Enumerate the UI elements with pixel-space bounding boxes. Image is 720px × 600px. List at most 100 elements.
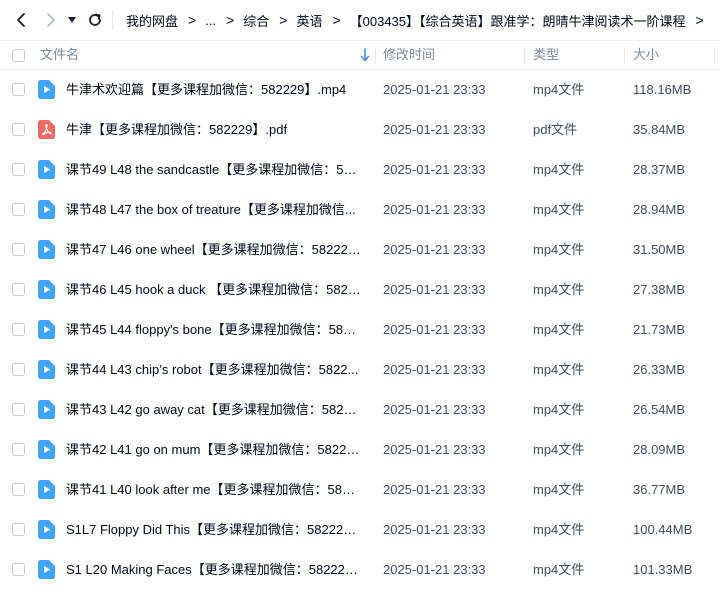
file-type: mp4文件 <box>533 362 585 377</box>
row-checkbox[interactable] <box>12 123 25 136</box>
file-modified-time: 2025-01-21 23:33 <box>383 402 486 417</box>
file-name[interactable]: 课节45 L44 floppy's bone【更多课程加微信：5822... <box>66 310 362 350</box>
breadcrumb-item-current-folder[interactable]: 【003435】【综合英语】跟准学：朗晴牛津阅读术一阶课程 <box>350 11 686 30</box>
refresh-button[interactable] <box>83 8 107 32</box>
row-checkbox[interactable] <box>12 83 25 96</box>
file-name[interactable]: S1 L20 Making Faces【更多课程加微信：582229】.... <box>66 550 362 590</box>
file-name[interactable]: S1L7 Floppy Did This【更多课程加微信：582229】.... <box>66 510 362 550</box>
video-file-icon <box>38 200 55 219</box>
file-name[interactable]: 课节46 L45 hook a duck 【更多课程加微信：5822... <box>66 270 362 310</box>
column-divider[interactable] <box>624 47 625 64</box>
file-row[interactable]: 课节46 L45 hook a duck 【更多课程加微信：5822... 202… <box>0 270 720 310</box>
file-row[interactable]: 课节45 L44 floppy's bone【更多课程加微信：5822... 20… <box>0 310 720 350</box>
column-divider[interactable] <box>524 47 525 64</box>
file-type: mp4文件 <box>533 202 585 217</box>
file-name[interactable]: 课节43 L42 go away cat【更多课程加微信：58222... <box>66 390 362 430</box>
file-name[interactable]: 牛津术欢迎篇【更多课程加微信：582229】.mp4 <box>66 70 362 110</box>
row-checkbox[interactable] <box>12 483 25 496</box>
file-row[interactable]: S1L7 Floppy Did This【更多课程加微信：582229】....… <box>0 510 720 550</box>
file-type: mp4文件 <box>533 82 585 97</box>
file-row[interactable]: 牛津术欢迎篇【更多课程加微信：582229】.mp4 2025-01-21 23:… <box>0 70 720 110</box>
file-row[interactable]: 课节47 L46 one wheel【更多课程加微信：582229... 2025… <box>0 230 720 270</box>
video-file-icon <box>38 160 55 179</box>
file-row[interactable]: 课节49 L48 the sandcastle【更多课程加微信：582... 20… <box>0 150 720 190</box>
file-name[interactable]: 课节41 L40 look after me【更多课程加微信：5822... <box>66 470 362 510</box>
column-header-modified[interactable]: 修改时间 <box>383 41 435 69</box>
file-modified-time: 2025-01-21 23:33 <box>383 82 486 97</box>
row-checkbox[interactable] <box>12 203 25 216</box>
row-checkbox[interactable] <box>12 323 25 336</box>
nav-divider <box>112 10 113 30</box>
file-name[interactable]: 课节47 L46 one wheel【更多课程加微信：582229... <box>66 230 362 270</box>
file-size: 36.77MB <box>633 482 686 497</box>
row-checkbox[interactable] <box>12 523 25 536</box>
column-header-name[interactable]: 文件名 <box>40 41 79 69</box>
file-name[interactable]: 课节49 L48 the sandcastle【更多课程加微信：582... <box>66 150 362 190</box>
row-checkbox[interactable] <box>12 563 25 576</box>
row-checkbox[interactable] <box>12 163 25 176</box>
row-checkbox[interactable] <box>12 243 25 256</box>
file-name[interactable]: 课节48 L47 the box of treature【更多课程加微信... <box>66 190 362 230</box>
file-row[interactable]: 课节44 L43 chip’s robot【更多课程加微信：5822... 202… <box>0 350 720 390</box>
file-size: 28.09MB <box>633 442 686 457</box>
row-checkbox[interactable] <box>12 363 25 376</box>
file-row[interactable]: 课节48 L47 the box of treature【更多课程加微信... 2… <box>0 190 720 230</box>
video-file-icon <box>38 440 55 459</box>
file-type: mp4文件 <box>533 242 585 257</box>
file-name[interactable]: 课节42 L41 go on mum【更多课程加微信：58222... <box>66 430 362 470</box>
breadcrumb-item-ellipsis[interactable]: ... <box>205 13 216 28</box>
column-header-size[interactable]: 大小 <box>633 41 659 69</box>
navigation-bar: 我的网盘 > ... > 综合 > 英语 > 【003435】【综合英语】跟准学… <box>0 0 720 40</box>
file-row[interactable]: 课节41 L40 look after me【更多课程加微信：5822... 20… <box>0 470 720 510</box>
column-divider[interactable] <box>375 47 376 64</box>
history-dropdown-button[interactable] <box>62 8 82 32</box>
file-modified-time: 2025-01-21 23:33 <box>383 282 486 297</box>
file-modified-time: 2025-01-21 23:33 <box>383 442 486 457</box>
row-checkbox[interactable] <box>12 403 25 416</box>
file-modified-time: 2025-01-21 23:33 <box>383 202 486 217</box>
file-modified-time: 2025-01-21 23:33 <box>383 242 486 257</box>
row-checkbox[interactable] <box>12 443 25 456</box>
file-name[interactable]: 课节44 L43 chip’s robot【更多课程加微信：5822... <box>66 350 362 390</box>
select-all-checkbox[interactable] <box>12 49 25 62</box>
caret-down-icon <box>68 17 76 23</box>
file-row[interactable]: 牛津【更多课程加微信：582229】.pdf 2025-01-21 23:33 pd… <box>0 110 720 150</box>
video-file-icon <box>38 360 55 379</box>
video-file-icon <box>38 560 55 579</box>
breadcrumb-item-my-disk[interactable]: 我的网盘 <box>126 11 178 30</box>
video-file-icon <box>38 80 55 99</box>
breadcrumb-item-english[interactable]: 英语 <box>296 11 322 30</box>
file-type: mp4文件 <box>533 322 585 337</box>
file-row[interactable]: 课节42 L41 go on mum【更多课程加微信：58222... 2025-… <box>0 430 720 470</box>
chevron-right-icon <box>47 13 55 27</box>
file-type: mp4文件 <box>533 482 585 497</box>
file-size: 31.50MB <box>633 242 686 257</box>
breadcrumb-item-general[interactable]: 综合 <box>243 11 269 30</box>
file-type: mp4文件 <box>533 562 585 577</box>
forward-button[interactable] <box>39 8 63 32</box>
file-modified-time: 2025-01-21 23:33 <box>383 562 486 577</box>
file-size: 28.94MB <box>633 202 686 217</box>
file-row[interactable]: S1 L20 Making Faces【更多课程加微信：582229】.... 2… <box>0 550 720 590</box>
back-button[interactable] <box>9 8 33 32</box>
file-name[interactable]: 牛津【更多课程加微信：582229】.pdf <box>66 110 362 150</box>
row-checkbox[interactable] <box>12 283 25 296</box>
file-row[interactable]: 课节43 L42 go away cat【更多课程加微信：58222... 202… <box>0 390 720 430</box>
breadcrumb-separator: > <box>226 12 235 28</box>
file-modified-time: 2025-01-21 23:33 <box>383 522 486 537</box>
file-size: 118.16MB <box>633 82 692 97</box>
refresh-icon <box>89 13 101 26</box>
file-size: 27.38MB <box>633 282 686 297</box>
chevron-left-icon <box>17 13 25 27</box>
file-size: 35.84MB <box>633 122 686 137</box>
breadcrumb: 我的网盘 > ... > 综合 > 英语 > 【003435】【综合英语】跟准学… <box>126 0 713 40</box>
column-header-type[interactable]: 类型 <box>533 41 559 69</box>
file-size: 28.37MB <box>633 162 686 177</box>
file-type: mp4文件 <box>533 522 585 537</box>
video-file-icon <box>38 240 55 259</box>
sort-down-icon[interactable] <box>360 48 370 62</box>
breadcrumb-separator: > <box>695 12 704 28</box>
file-modified-time: 2025-01-21 23:33 <box>383 162 486 177</box>
pdf-file-icon <box>38 120 55 139</box>
column-divider[interactable] <box>714 47 715 64</box>
